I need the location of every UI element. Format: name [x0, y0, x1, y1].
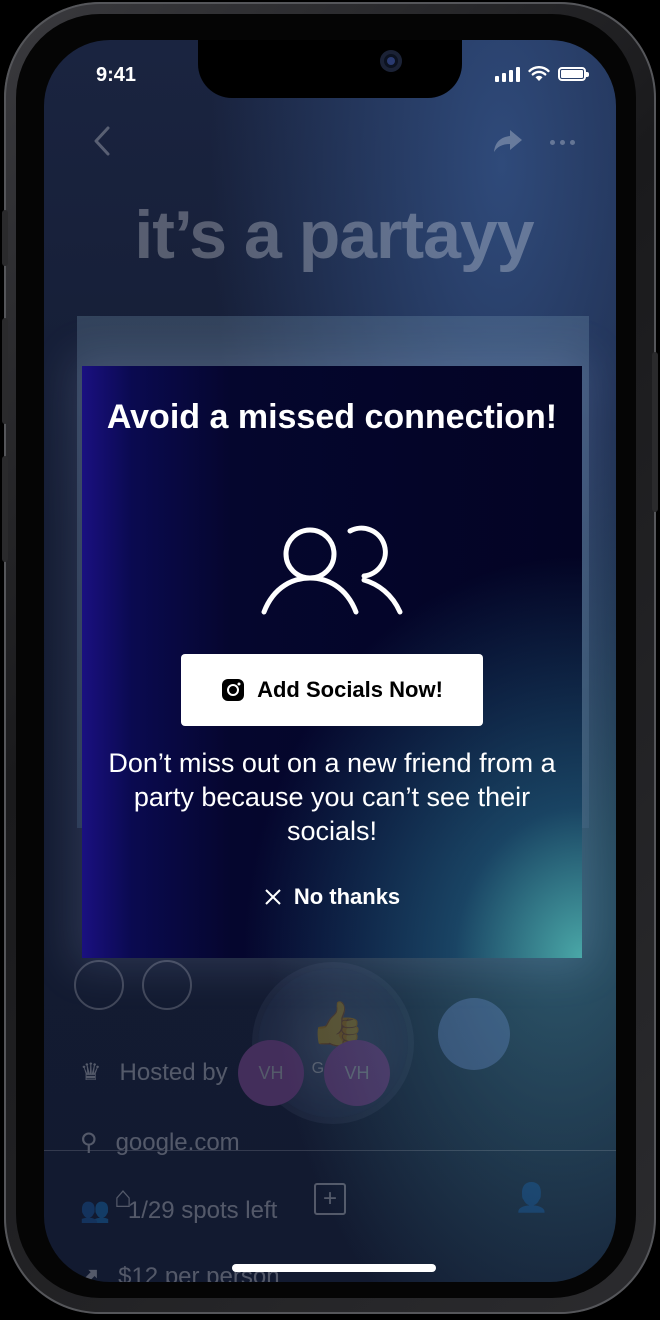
hosted-by-label: Hosted by [119, 1058, 228, 1086]
hosted-by-row: ♛ Hosted by [80, 1058, 228, 1087]
back-icon[interactable] [90, 124, 114, 158]
profile-icon[interactable]: 👤 [514, 1181, 549, 1214]
dynamic-island [198, 40, 462, 98]
battery-icon [558, 67, 589, 81]
modal-description: Don’t miss out on a new friend from a pa… [108, 748, 556, 846]
cellular-signal-icon [495, 66, 520, 82]
people-icon [261, 525, 403, 615]
no-thanks-button[interactable]: No thanks [82, 884, 582, 910]
crown-icon: ♛ [80, 1059, 102, 1086]
status-icons [495, 66, 589, 82]
attendee-avatar[interactable]: VH [324, 1040, 390, 1106]
add-socials-label: Add Socials Now! [257, 677, 443, 702]
tab-bar: ⌂ + 👤 [44, 1150, 616, 1282]
home-icon[interactable]: ⌂ [114, 1181, 132, 1215]
volume-up-button [2, 318, 8, 424]
send-invite-button[interactable] [438, 998, 510, 1070]
attendee-avatar[interactable]: VH [238, 1040, 304, 1106]
silent-switch [2, 210, 8, 266]
instagram-icon [222, 679, 245, 701]
no-thanks-label: No thanks [293, 884, 401, 909]
create-icon[interactable]: + [314, 1183, 346, 1215]
status-time: 9:41 [96, 64, 137, 86]
close-icon [265, 889, 281, 905]
add-socials-modal: Avoid a missed connection! Add Socials N… [82, 366, 582, 958]
add-socials-button[interactable]: Add Socials Now! [181, 654, 483, 726]
add-to-calendar-button[interactable] [74, 960, 124, 1010]
wifi-icon [528, 66, 550, 81]
more-icon[interactable] [550, 140, 575, 145]
event-title: it’s a partayy [134, 197, 534, 273]
power-button [652, 352, 658, 512]
volume-down-button [2, 456, 8, 562]
screen: it’s a partayy 👍 Going VH VH ♛ Hosted by… [44, 40, 616, 1282]
share-event-button[interactable] [142, 960, 192, 1010]
home-indicator[interactable] [232, 1264, 436, 1272]
share-icon[interactable] [492, 128, 524, 154]
front-camera [380, 50, 402, 72]
modal-title: Avoid a missed connection! [106, 398, 558, 436]
